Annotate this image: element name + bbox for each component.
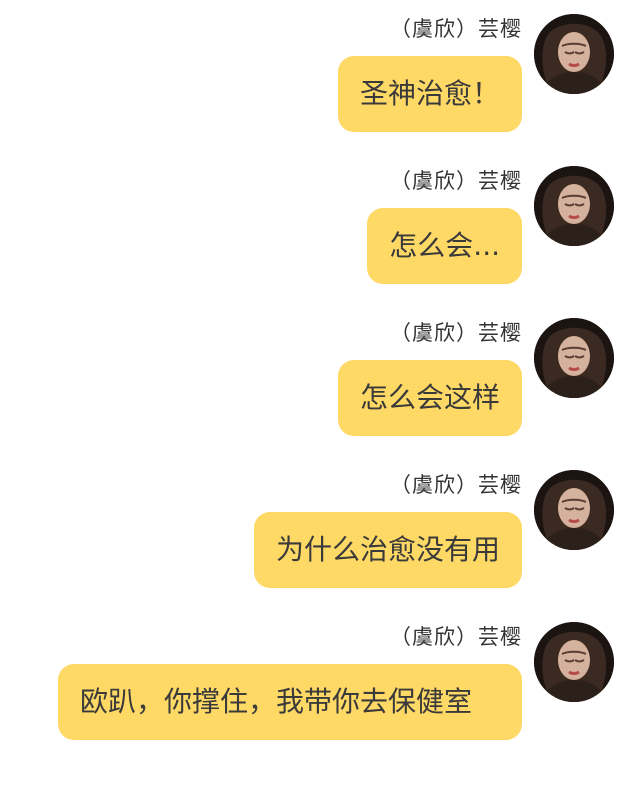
sender-name: （虞欣）芸樱 <box>390 169 522 193</box>
sender-name: （虞欣）芸樱 <box>390 321 522 345</box>
avatar[interactable] <box>534 166 614 246</box>
sender-name: （虞欣）芸樱 <box>390 473 522 497</box>
message-2: （虞欣）芸樱 怎么会... <box>0 152 640 302</box>
message-4: （虞欣）芸樱 为什么治愈没有用 <box>0 456 640 606</box>
profile-avatar-icon <box>534 470 614 550</box>
avatar[interactable] <box>534 318 614 398</box>
message-text: 圣神治愈！ <box>359 77 500 110</box>
avatar[interactable] <box>534 14 614 94</box>
message-text: 为什么治愈没有用 <box>275 533 500 566</box>
sender-name: （虞欣）芸樱 <box>390 625 522 649</box>
avatar[interactable] <box>534 470 614 550</box>
profile-avatar-icon <box>534 14 614 94</box>
message-3: （虞欣）芸樱 怎么会这样 <box>0 304 640 454</box>
message-text: 欧趴，你撑住，我带你去保健室 <box>80 685 473 718</box>
profile-avatar-icon <box>534 622 614 702</box>
message-text: 怎么会... <box>389 229 500 262</box>
message-bubble: 欧趴，你撑住，我带你去保健室 <box>58 664 522 740</box>
message-bubble: 怎么会... <box>367 208 522 284</box>
profile-avatar-icon <box>534 166 614 246</box>
avatar[interactable] <box>534 622 614 702</box>
profile-avatar-icon <box>534 318 614 398</box>
sender-name: （虞欣）芸樱 <box>390 17 522 41</box>
chat-transcript: （虞欣）芸樱 圣神治愈！ （虞欣）芸樱 怎么会... （虞欣）芸樱 怎么会这样 … <box>0 0 640 803</box>
message-bubble: 怎么会这样 <box>337 360 522 436</box>
message-text: 怎么会这样 <box>359 381 500 414</box>
message-bubble: 为什么治愈没有用 <box>253 512 522 588</box>
message-5: （虞欣）芸樱 欧趴，你撑住，我带你去保健室 <box>0 608 640 803</box>
message-1: （虞欣）芸樱 圣神治愈！ <box>0 0 640 150</box>
message-bubble: 圣神治愈！ <box>337 56 522 132</box>
